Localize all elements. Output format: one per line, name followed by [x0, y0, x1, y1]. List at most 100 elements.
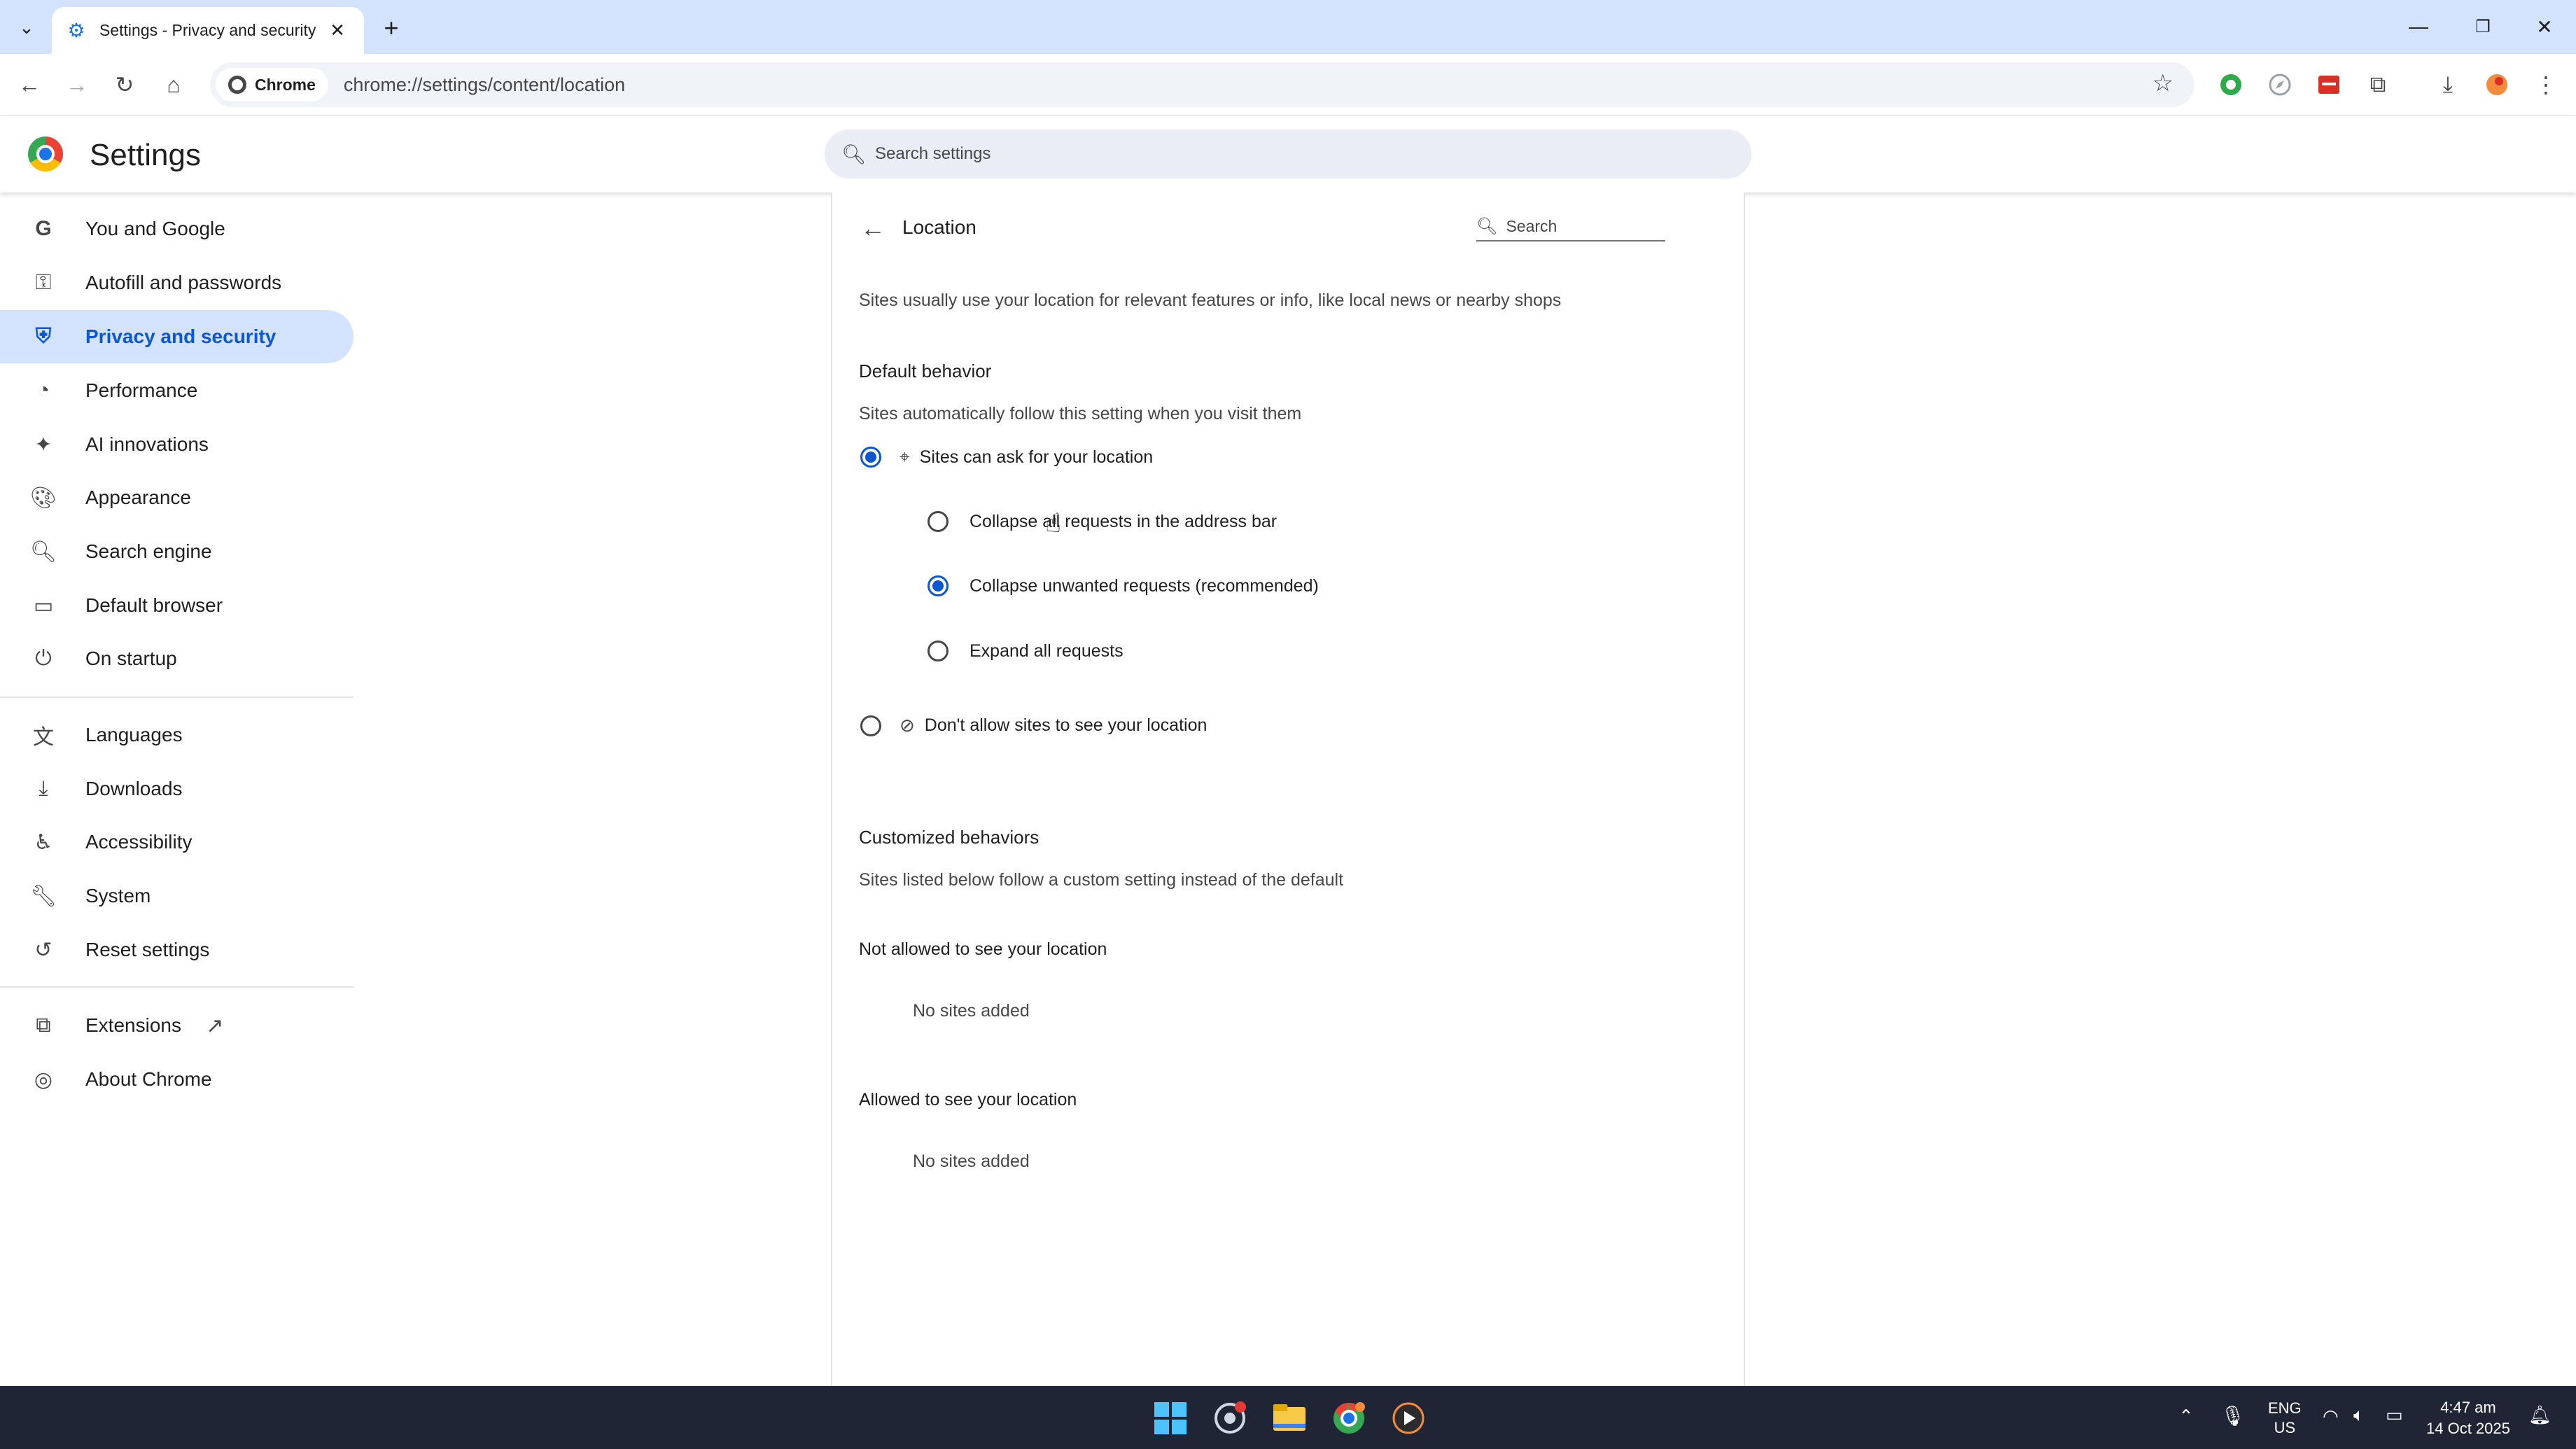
sidebar-item-you-and-google[interactable]: G You and Google: [0, 202, 354, 255]
sub-option-expand-all[interactable]: Expand all requests: [927, 640, 1124, 662]
sidebar-item-accessibility[interactable]: ♿︎ Accessibility: [0, 816, 354, 869]
volume-icon[interactable]: 🔈︎: [2353, 1404, 2365, 1427]
expand-all-radio[interactable]: [927, 640, 948, 662]
window-close-icon[interactable]: ✕: [2520, 7, 2569, 46]
chrome-logo-icon: [28, 136, 63, 172]
mouse-cursor-icon: ☝: [1045, 509, 1062, 538]
active-tab[interactable]: ⚙ Settings - Privacy and security ✕: [52, 7, 364, 54]
power-icon: ⏻: [35, 647, 52, 670]
clock-date: 14 Oct 2025: [2426, 1420, 2510, 1437]
microphone-icon[interactable]: 🎙︎: [2220, 1404, 2246, 1427]
bookmark-star-icon[interactable]: ☆: [2152, 69, 2174, 97]
location-settings-card: ← Location 🔍︎ Sites usually use your loc…: [831, 192, 1745, 1386]
windows-start-icon[interactable]: [1148, 1396, 1193, 1441]
tab-strip: ⌄ ⚙ Settings - Privacy and security ✕ + …: [0, 0, 2576, 54]
collapse-all-radio[interactable]: [927, 511, 948, 532]
page-title: Settings: [90, 138, 201, 172]
download-icon: ⤓: [38, 777, 48, 800]
battery-icon[interactable]: ▭: [2386, 1404, 2403, 1426]
clock-time: 4:47 am: [2440, 1399, 2496, 1416]
search-icon: 🔍︎: [841, 143, 867, 165]
subpage-title: Location: [902, 216, 976, 238]
search-icon: 🔍︎: [1476, 216, 1498, 236]
sidebar-item-downloads[interactable]: ⤓ Downloads: [0, 762, 354, 816]
sub-option-collapse-unwanted[interactable]: Collapse unwanted requests (recommended): [927, 575, 1319, 596]
back-arrow-icon[interactable]: ←: [860, 214, 886, 243]
location-description: Sites usually use your location for rele…: [859, 290, 1562, 310]
minimize-icon[interactable]: —: [2394, 7, 2443, 46]
expand-all-label: Expand all requests: [969, 640, 1124, 661]
green-extension-icon[interactable]: [2216, 69, 2246, 100]
sidebar-item-search-engine[interactable]: 🔍︎ Search engine: [0, 525, 354, 578]
allow-location-option[interactable]: ⌖ Sites can ask for your location: [860, 446, 1153, 468]
sub-option-collapse-all[interactable]: Collapse all requests in the address bar: [927, 511, 1277, 532]
taskbar-app-icon[interactable]: [1208, 1396, 1252, 1441]
sidebar-divider: [0, 986, 354, 988]
sidebar-item-system[interactable]: 🔧︎ System: [0, 869, 354, 923]
search-settings-box[interactable]: 🔍︎: [825, 130, 1751, 178]
back-icon[interactable]: ←: [13, 68, 46, 102]
sidebar-item-languages[interactable]: 文 Languages: [0, 708, 354, 762]
sidebar-divider: [0, 696, 354, 698]
sidebar-item-default-browser[interactable]: ▭ Default browser: [0, 579, 354, 632]
palette-icon: 🎨︎: [29, 486, 57, 510]
profile-avatar-icon[interactable]: [2482, 69, 2512, 100]
sidebar-item-appearance[interactable]: 🎨︎ Appearance: [0, 471, 354, 524]
search-icon: 🔍︎: [29, 540, 57, 564]
external-link-icon: ↗: [206, 1014, 224, 1037]
location-off-icon: ⊘: [899, 715, 915, 736]
wrench-icon: 🔧︎: [29, 884, 57, 908]
not-allowed-empty-text: No sites added: [913, 1001, 1030, 1021]
windows-taskbar: ⌃ 🎙︎ ENG US ◠ 🔈︎ ▭ 4:47 am 14 Oct 2025 🔔…: [0, 1386, 2576, 1449]
not-allowed-heading: Not allowed to see your location: [859, 939, 1107, 959]
chrome-icon: ◎: [34, 1068, 53, 1091]
browser-window-icon: ▭: [33, 594, 54, 617]
clock[interactable]: 4:47 am 14 Oct 2025: [2426, 1397, 2510, 1439]
site-search-input[interactable]: [1506, 216, 1660, 236]
file-explorer-icon[interactable]: [1267, 1396, 1312, 1441]
site-info-chip[interactable]: Chrome: [216, 68, 328, 102]
language-indicator[interactable]: ENG US: [2268, 1399, 2302, 1438]
allow-location-radio[interactable]: [860, 447, 881, 468]
collapse-unwanted-label: Collapse unwanted requests (recommended): [969, 575, 1319, 596]
reload-icon[interactable]: ↻: [108, 68, 141, 102]
extensions-puzzle-icon[interactable]: ⧉: [2362, 69, 2393, 100]
notification-bell-icon[interactable]: 🔔︎: [2528, 1404, 2552, 1426]
tab-close-icon[interactable]: ✕: [325, 20, 350, 41]
puzzle-icon: ⧉: [36, 1014, 51, 1037]
tray-chevron-up-icon[interactable]: ⌃: [2178, 1406, 2194, 1427]
block-location-radio[interactable]: [860, 715, 881, 736]
tab-search-chevron-icon[interactable]: ⌄: [10, 10, 43, 44]
default-behavior-heading: Default behavior: [859, 360, 992, 382]
sidebar-item-on-startup[interactable]: ⏻ On startup: [0, 632, 354, 685]
sidebar-item-reset-settings[interactable]: ↺ Reset settings: [0, 923, 354, 976]
red-extension-icon[interactable]: [2314, 69, 2344, 100]
sidebar-item-extensions[interactable]: ⧉ Extensions ↗: [0, 999, 354, 1052]
collapse-unwanted-radio[interactable]: [927, 575, 948, 596]
search-settings-input[interactable]: [875, 144, 1715, 164]
chrome-taskbar-icon[interactable]: [1326, 1396, 1371, 1441]
forward-icon[interactable]: →: [60, 68, 94, 102]
sidebar-item-about-chrome[interactable]: ◎ About Chrome: [0, 1053, 354, 1106]
sidebar-item-privacy[interactable]: ⛨ Privacy and security: [0, 310, 354, 363]
url-text[interactable]: chrome://settings/content/location: [344, 74, 625, 96]
home-icon[interactable]: ⌂: [157, 68, 190, 102]
compass-extension-icon[interactable]: [2264, 69, 2295, 100]
region-code: US: [2274, 1419, 2296, 1436]
sidebar-item-performance[interactable]: ◔ Performance: [0, 364, 354, 417]
google-icon: G: [35, 217, 52, 240]
customized-behaviors-heading: Customized behaviors: [859, 827, 1040, 848]
new-tab-plus-icon[interactable]: +: [374, 11, 408, 45]
block-location-option[interactable]: ⊘ Don't allow sites to see your location: [860, 715, 1207, 736]
media-player-icon[interactable]: [1386, 1396, 1431, 1441]
address-bar[interactable]: Chrome chrome://settings/content/locatio…: [210, 62, 2194, 107]
restore-icon[interactable]: ❐: [2458, 7, 2507, 46]
sidebar-item-ai-innovations[interactable]: ✦ AI innovations: [0, 418, 354, 471]
site-search-box[interactable]: 🔍︎: [1476, 212, 1665, 241]
allow-location-label: Sites can ask for your location: [919, 447, 1154, 467]
collapse-all-label: Collapse all requests in the address bar: [969, 511, 1278, 531]
menu-kebab-icon[interactable]: ⋮: [2530, 69, 2561, 100]
sidebar-item-autofill[interactable]: ⚿ Autofill and passwords: [0, 256, 354, 309]
downloads-icon[interactable]: ⤓: [2432, 69, 2463, 100]
wifi-icon[interactable]: ◠: [2323, 1406, 2339, 1427]
